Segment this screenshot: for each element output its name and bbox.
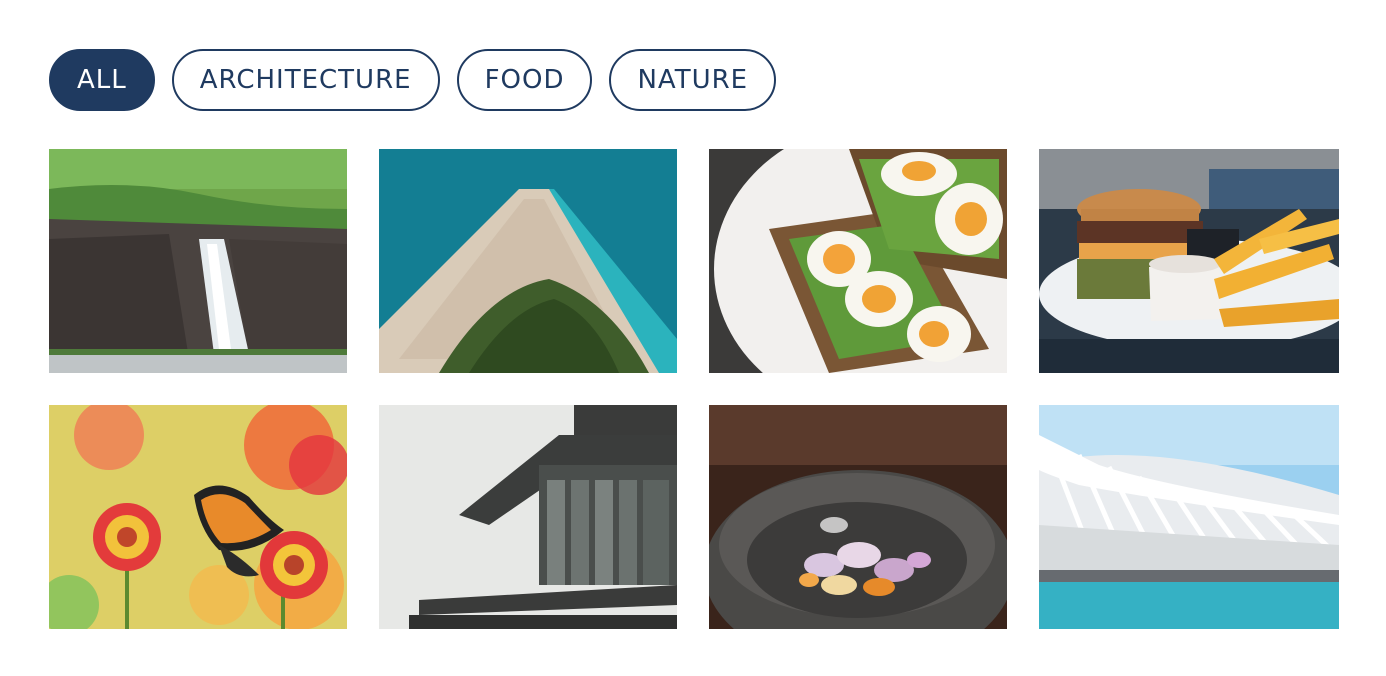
- filter-food-button[interactable]: FOOD: [456, 49, 593, 111]
- gallery-image-burger[interactable]: [1039, 149, 1339, 373]
- gallery-image-mortar[interactable]: [709, 405, 1007, 629]
- filter-nature-button[interactable]: NATURE: [609, 49, 777, 111]
- gallery-image-butterfly[interactable]: [49, 405, 347, 629]
- gallery-image-beach[interactable]: [379, 149, 677, 373]
- gallery-image-avocado-toast[interactable]: [709, 149, 1007, 373]
- gallery-image-modern-building[interactable]: [379, 405, 677, 629]
- filter-architecture-button[interactable]: ARCHITECTURE: [171, 49, 440, 111]
- filter-bar: ALL ARCHITECTURE FOOD NATURE: [49, 49, 777, 111]
- filter-all-button[interactable]: ALL: [49, 49, 155, 111]
- gallery-image-waterfall[interactable]: [49, 149, 347, 373]
- gallery-grid: [49, 149, 1339, 629]
- gallery-image-futuristic-structure[interactable]: [1039, 405, 1339, 629]
